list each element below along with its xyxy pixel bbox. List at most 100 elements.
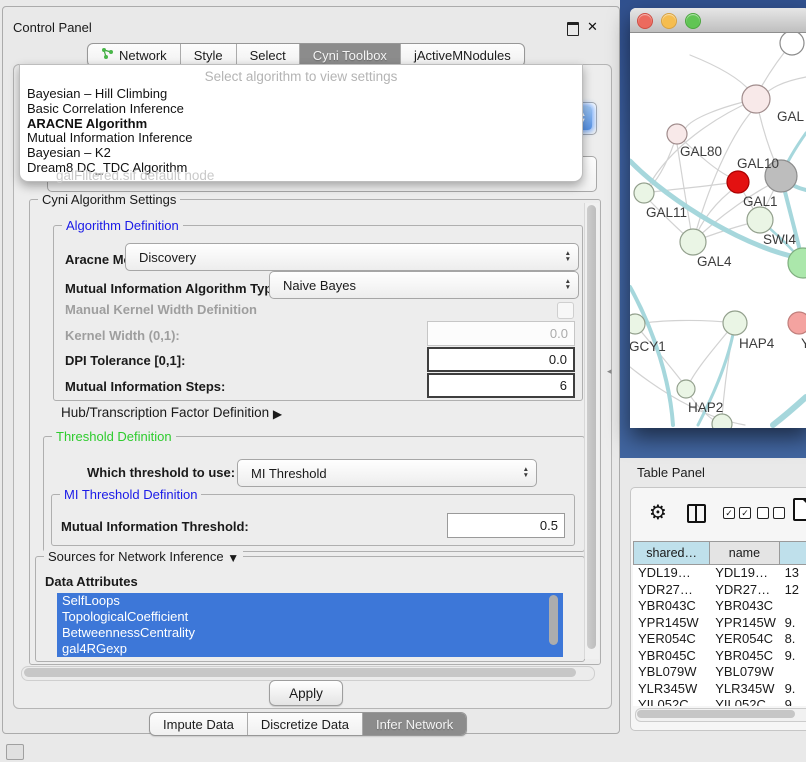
tab-style[interactable]: Style	[181, 44, 237, 66]
kernel-width-field[interactable]: 0.0	[427, 321, 575, 346]
which-threshold-combobox[interactable]: MI Threshold ▲▼	[237, 459, 537, 487]
table-row[interactable]: YPR145WYPR145W9.	[633, 615, 806, 632]
network-window-titlebar[interactable]	[630, 8, 806, 33]
stepper-icon: ▲▼	[565, 272, 571, 298]
which-threshold-label: Which threshold to use:	[87, 465, 235, 480]
gear-icon[interactable]: ⚙	[649, 500, 667, 525]
node-label-gal10: GAL10	[737, 156, 779, 171]
close-traffic-light-icon[interactable]	[637, 13, 653, 29]
table-cell	[780, 664, 806, 681]
table-horizontal-scrollbar[interactable]	[635, 708, 806, 722]
network-node[interactable]	[780, 33, 804, 55]
table-row[interactable]: YBL079WYBL079W	[633, 664, 806, 681]
attribute-item-gal4rgexp[interactable]: gal4RGexp	[57, 641, 563, 657]
control-panel-title: Control Panel	[13, 20, 92, 35]
network-node-gal11[interactable]	[634, 183, 654, 203]
mi-steps-label: Mutual Information Steps:	[65, 379, 225, 394]
network-node-hap4[interactable]	[723, 311, 747, 335]
dropdown-item-mutual-information-inference[interactable]: Mutual Information Inference	[20, 131, 582, 146]
algorithm-dropdown-list: Select algorithm to view settings Bayesi…	[19, 64, 583, 182]
panel-collapse-icon[interactable]: ◂	[607, 366, 612, 377]
column-header-name[interactable]: name	[710, 541, 779, 565]
network-node-gal80[interactable]	[667, 124, 687, 144]
hub-definition-expander[interactable]: Hub/Transcription Factor Definition ▶	[61, 405, 282, 420]
algorithm-definition-title: Algorithm Definition	[62, 218, 183, 233]
network-canvas[interactable]: GALGAL80GAL10GAL1GAL11GAL4SWI4GCY1HAP4YH…	[630, 33, 806, 428]
node-table[interactable]: shared…nameYDL19…YDL19…13YDR27…YDR27…12Y…	[633, 541, 806, 706]
table-cell: YPR145W	[633, 615, 710, 632]
table-row[interactable]: YER054CYER054C8.	[633, 631, 806, 648]
network-edge	[630, 287, 673, 425]
node-label-gal80: GAL80	[680, 144, 722, 159]
dropdown-item-bayesian-k2[interactable]: Bayesian – K2	[20, 146, 582, 161]
scrollbar-thumb[interactable]	[587, 205, 596, 649]
attribute-item-topologicalcoefficient[interactable]: TopologicalCoefficient	[57, 609, 563, 625]
attribute-item-selfloops[interactable]: SelfLoops	[57, 593, 563, 609]
table-cell: 12	[780, 582, 806, 599]
data-attributes-list[interactable]: SelfLoopsTopologicalCoefficientBetweenne…	[57, 593, 563, 657]
column-header-cut[interactable]	[780, 541, 806, 565]
mi-steps-field[interactable]: 6	[427, 373, 575, 398]
table-cell: YLR345W	[710, 681, 779, 698]
list-scrollbar-thumb[interactable]	[549, 595, 558, 645]
deselect-all-columns-icon[interactable]	[757, 507, 785, 519]
export-table-icon[interactable]	[793, 498, 806, 521]
collapsed-panel-icon[interactable]	[6, 744, 24, 760]
apply-button[interactable]: Apply	[269, 680, 343, 706]
tab-infer-network[interactable]: Infer Network	[363, 713, 466, 735]
table-row[interactable]: YDL19…YDL19…13	[633, 565, 806, 582]
stepper-icon: ▲▼	[523, 460, 529, 486]
table-row[interactable]: YLR345WYLR345W9.	[633, 681, 806, 698]
tab-impute-data[interactable]: Impute Data	[150, 713, 248, 735]
dpi-tolerance-field[interactable]: 0.0	[427, 347, 575, 372]
network-node-y[interactable]	[788, 312, 806, 334]
network-node[interactable]	[727, 171, 749, 193]
tab-cyni-toolbox[interactable]: Cyni Toolbox	[300, 44, 401, 66]
settings-vertical-scrollbar[interactable]	[584, 203, 599, 659]
network-node-gal[interactable]	[742, 85, 770, 113]
manual-kernel-width-checkbox[interactable]	[557, 302, 574, 319]
sources-group-title[interactable]: Sources for Network Inference ▼	[44, 549, 243, 564]
tab-label: Select	[250, 48, 286, 63]
tab-discretize-data[interactable]: Discretize Data	[248, 713, 363, 735]
aracne-mode-combobox[interactable]: Discovery ▲▼	[125, 243, 579, 271]
network-node-gal1[interactable]	[747, 207, 773, 233]
tab-jactivemnodules[interactable]: jActiveMNodules	[401, 44, 524, 66]
mi-threshold-field[interactable]: 0.5	[447, 513, 565, 538]
network-node-gal4[interactable]	[680, 229, 706, 255]
network-node-gcy1[interactable]	[630, 314, 645, 334]
table-row[interactable]: YBR043CYBR043C	[633, 598, 806, 615]
table-cell: 9	[780, 697, 806, 706]
network-node[interactable]	[712, 414, 732, 428]
network-node-hap2[interactable]	[677, 380, 695, 398]
dropdown-item-bayesian-hill-climbing[interactable]: Bayesian – Hill Climbing	[20, 87, 582, 102]
column-header-shared[interactable]: shared…	[633, 541, 710, 565]
node-label-gal: GAL	[777, 109, 805, 124]
tab-network[interactable]: Network	[88, 44, 181, 66]
node-label-gal11: GAL11	[646, 205, 687, 220]
table-row[interactable]: YBR045CYBR045C9.	[633, 648, 806, 665]
close-icon[interactable]: ✕	[587, 19, 598, 35]
scrollbar-thumb[interactable]	[24, 668, 576, 677]
zoom-traffic-light-icon[interactable]	[685, 13, 701, 29]
minimize-traffic-light-icon[interactable]	[661, 13, 677, 29]
network-edge	[764, 77, 806, 95]
dropdown-item-aracne-algorithm[interactable]: ARACNE Algorithm	[20, 117, 582, 132]
table-cell: YPR145W	[710, 615, 779, 632]
dropdown-item-basic-correlation-inference[interactable]: Basic Correlation Inference	[20, 102, 582, 117]
table-row[interactable]: YIL052CYIL052C9	[633, 697, 806, 706]
tab-select[interactable]: Select	[237, 44, 300, 66]
float-panel-icon[interactable]	[567, 22, 579, 36]
data-attributes-label: Data Attributes	[45, 574, 138, 589]
network-node-swi4[interactable]	[788, 248, 806, 278]
select-all-columns-icon[interactable]: ✓✓	[723, 507, 751, 519]
settings-horizontal-scrollbar[interactable]	[21, 666, 595, 681]
mi-algorithm-type-combobox[interactable]: Naive Bayes ▲▼	[269, 271, 579, 299]
table-cell: YLR345W	[633, 681, 710, 698]
scrollbar-thumb[interactable]	[637, 710, 795, 718]
attribute-item-betweennesscentrality[interactable]: BetweennessCentrality	[57, 625, 563, 641]
columns-icon[interactable]	[687, 504, 706, 523]
table-cell: YBL079W	[710, 664, 779, 681]
table-row[interactable]: YDR27…YDR27…12	[633, 582, 806, 599]
table-cell	[780, 598, 806, 615]
